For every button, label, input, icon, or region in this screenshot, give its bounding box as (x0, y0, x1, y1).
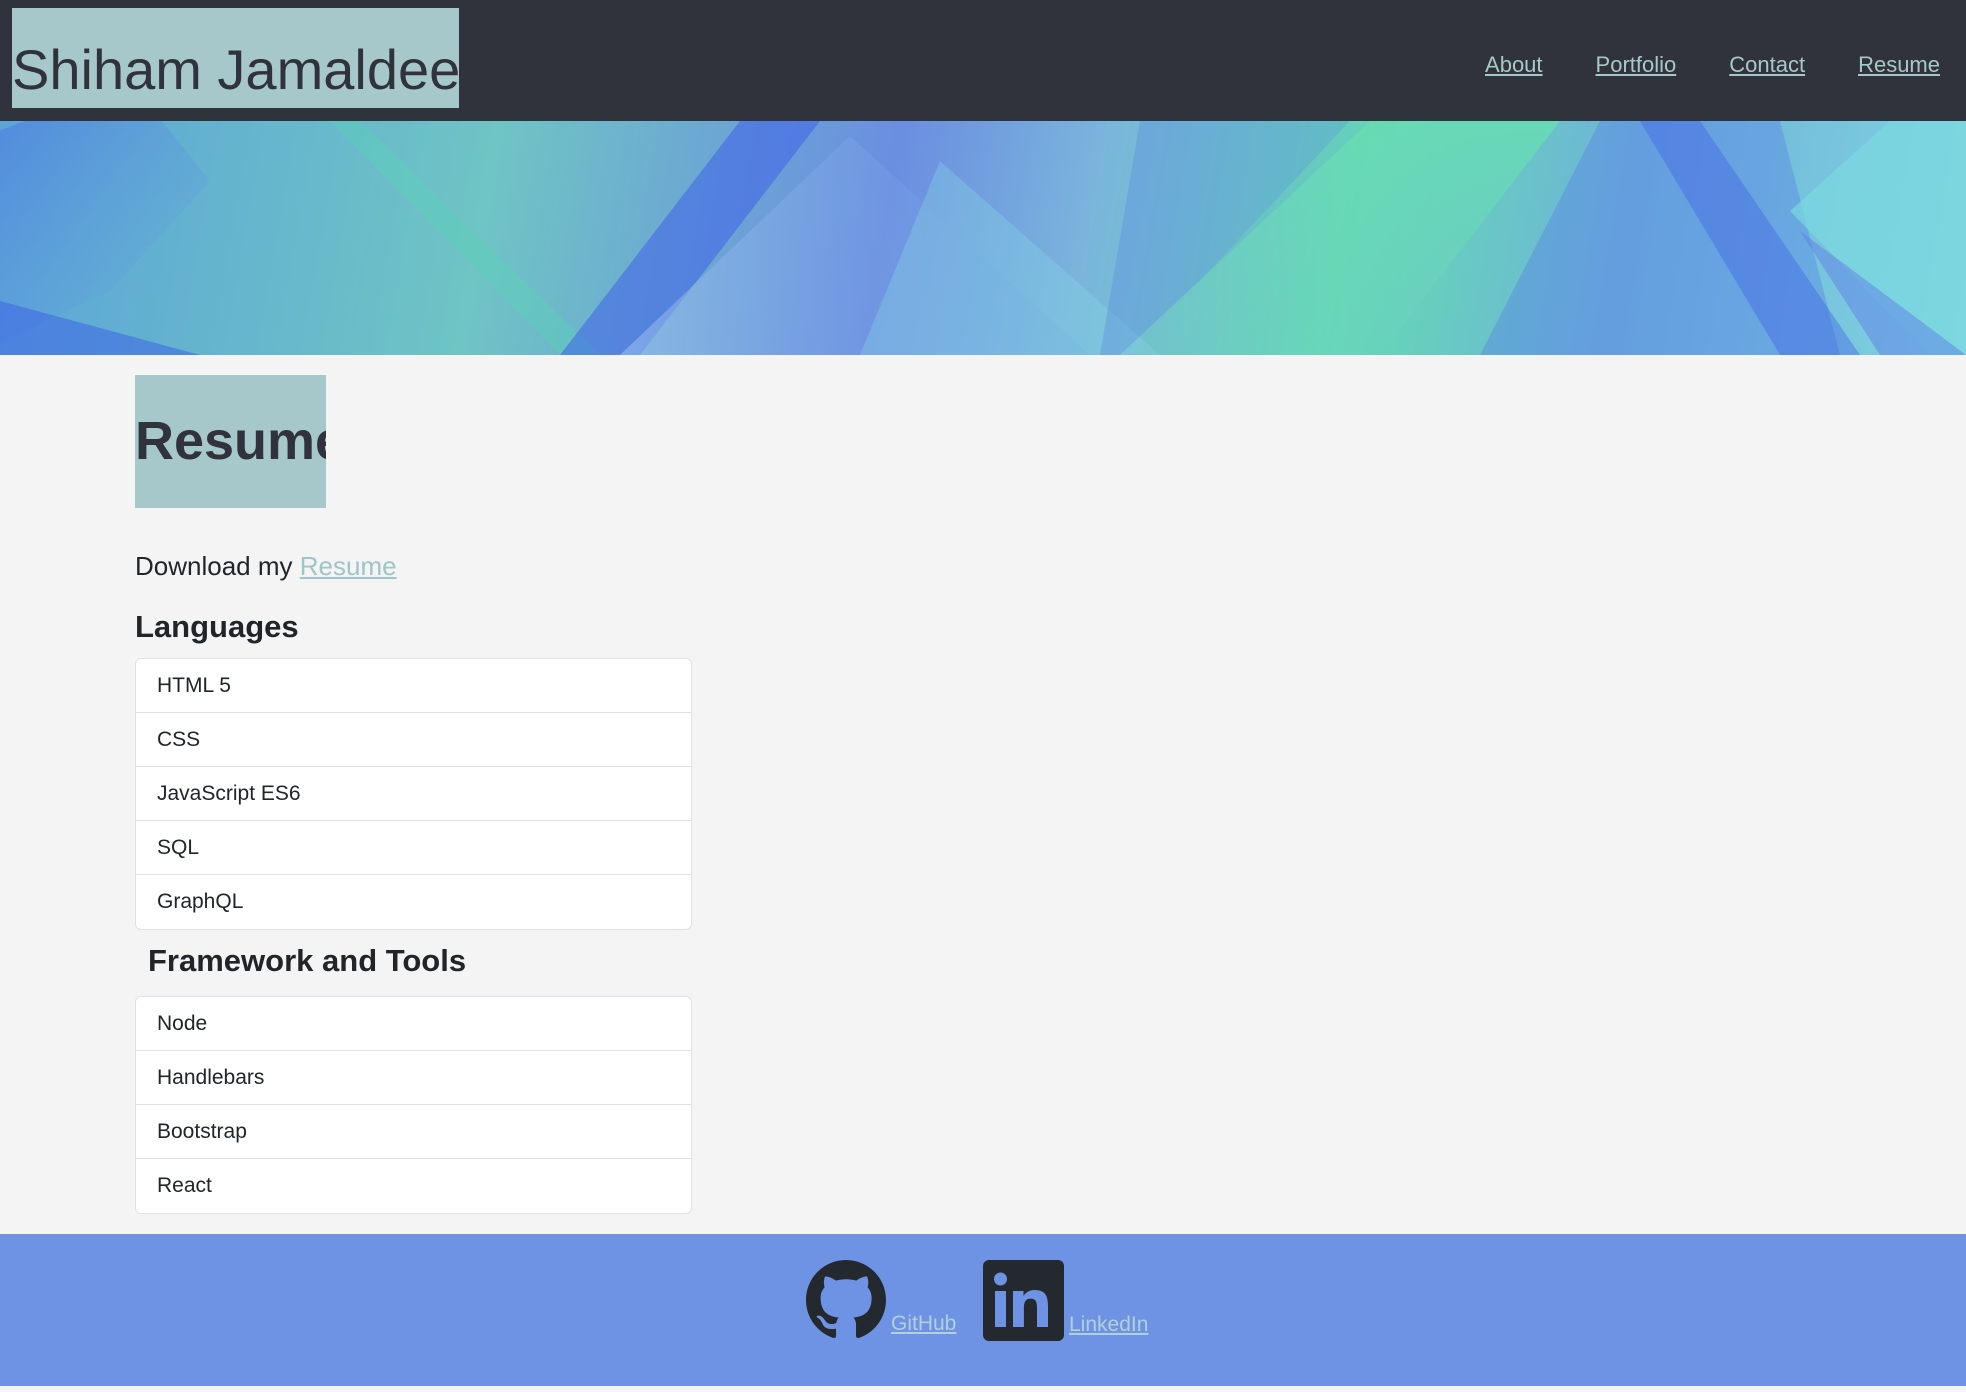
github-link-group: GitHub (806, 1260, 956, 1340)
site-header: Shiham Jamaldeen About Portfolio Contact… (0, 0, 1966, 121)
languages-list: HTML 5 CSS JavaScript ES6 SQL GraphQL (135, 658, 692, 930)
languages-heading: Languages (135, 609, 299, 644)
list-item: Handlebars (136, 1051, 691, 1105)
github-link[interactable]: GitHub (891, 1312, 956, 1336)
list-item: HTML 5 (136, 659, 691, 713)
tools-list: Node Handlebars Bootstrap React (135, 996, 692, 1214)
hero-banner (0, 121, 1966, 355)
tools-heading: Framework and Tools (148, 943, 467, 978)
hero-pattern (0, 121, 1966, 355)
resume-download-link[interactable]: Resume (300, 551, 397, 581)
nav-link-about[interactable]: About (1485, 52, 1543, 78)
main-nav: About Portfolio Contact Resume (1485, 52, 1940, 78)
nav-link-contact[interactable]: Contact (1729, 52, 1805, 78)
linkedin-icon[interactable] (983, 1260, 1064, 1341)
list-item: Node (136, 997, 691, 1051)
list-item: JavaScript ES6 (136, 767, 691, 821)
resume-section: Resume Download my Resume Languages HTML… (135, 375, 695, 1214)
list-item: React (157, 1174, 212, 1197)
list-item: SQL (136, 821, 691, 875)
download-line: Download my Resume (135, 551, 397, 582)
list-item: Bootstrap (136, 1105, 691, 1159)
nav-link-resume[interactable]: Resume (1858, 52, 1940, 78)
list-item: CSS (136, 713, 691, 767)
nav-link-portfolio[interactable]: Portfolio (1596, 52, 1677, 78)
list-item: GraphQL (157, 890, 244, 913)
linkedin-link-group: LinkedIn (983, 1260, 1148, 1341)
linkedin-link[interactable]: LinkedIn (1069, 1313, 1148, 1337)
github-icon[interactable] (806, 1260, 886, 1340)
site-brand[interactable]: Shiham Jamaldeen (12, 8, 459, 108)
site-footer: GitHub LinkedIn (0, 1234, 1966, 1386)
page-title: Resume (135, 375, 326, 508)
download-text: Download my (135, 551, 293, 581)
